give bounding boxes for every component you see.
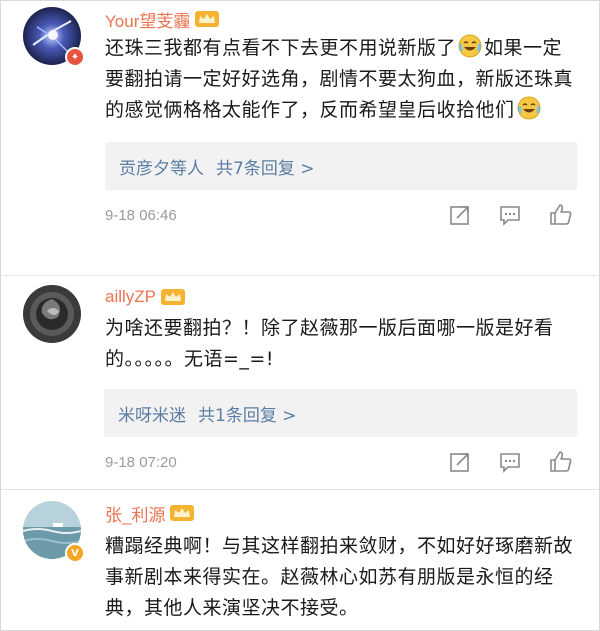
replies-summary[interactable]: 贡彦夕等人 共7条回复 > — [105, 142, 577, 190]
reply-user-names[interactable]: 贡彦夕等人 — [119, 154, 204, 179]
reply-count-link[interactable]: 共1条回复 > — [198, 401, 296, 426]
divider — [1, 275, 599, 276]
reply-count-link[interactable]: 共7条回复 > — [216, 154, 314, 179]
shield-badge-icon: ✦ — [65, 47, 85, 67]
comment-item: aillyZP 为啥还要翻拍？！除了赵薇那一版后面哪一版是好看的。。。。。无语=… — [1, 281, 599, 487]
share-icon[interactable] — [449, 204, 471, 226]
replies-summary[interactable]: 米呀米迷 共1条回复 > — [104, 389, 577, 437]
comment-actions — [449, 203, 573, 227]
username[interactable]: aillyZP — [105, 287, 156, 307]
comment-text-part: 还珠三我都有点看不下去更不用说新版了 — [105, 37, 457, 59]
comment-meta: 9-18 07:20 — [105, 437, 577, 487]
comment-time: 9-18 06:46 — [105, 206, 177, 224]
comment-text: 还珠三我都有点看不下去更不用说新版了 如果一定要翻拍请一定好好选角，剧情不要太狗血… — [105, 33, 577, 126]
comment-time: 9-18 07:20 — [105, 453, 177, 471]
share-icon[interactable] — [449, 451, 471, 473]
like-icon[interactable] — [549, 450, 573, 474]
comment-meta: 9-18 06:46 — [105, 190, 577, 240]
divider — [1, 489, 599, 490]
username-row: Your望芰霾 — [105, 5, 577, 33]
username[interactable]: Your望芰霾 — [105, 7, 190, 32]
rose-avatar-icon — [23, 285, 81, 343]
username[interactable]: 张_利源 — [105, 501, 165, 526]
crying-laugh-emoji — [458, 34, 482, 58]
crying-laugh-emoji — [517, 96, 541, 120]
comment-item: V 张_利源 糟蹋经典啊！与其这样翻拍来敛财，不如好好琢磨新故事新剧本来得实在。… — [1, 495, 599, 624]
like-icon[interactable] — [549, 203, 573, 227]
crown-icon — [194, 9, 220, 29]
user-avatar[interactable] — [23, 285, 81, 343]
crown-icon — [160, 287, 186, 307]
comment-icon[interactable] — [499, 451, 521, 473]
comment-item: ✦ Your望芰霾 还珠三我都有点看不下去更不用说新版了 如果一定要翻拍请一定好好… — [1, 1, 599, 240]
reply-user-names[interactable]: 米呀米迷 — [118, 401, 186, 426]
comment-actions — [449, 450, 573, 474]
username-row: aillyZP — [105, 281, 577, 313]
comment-list: ✦ Your望芰霾 还珠三我都有点看不下去更不用说新版了 如果一定要翻拍请一定好好… — [0, 0, 600, 631]
crown-icon — [169, 503, 195, 523]
comment-icon[interactable] — [499, 204, 521, 226]
v-badge-icon: V — [65, 543, 85, 563]
username-row: 张_利源 — [105, 495, 577, 531]
comment-text: 糟蹋经典啊！与其这样翻拍来敛财，不如好好琢磨新故事新剧本来得实在。赵薇林心如苏有… — [105, 535, 574, 619]
comment-text: 为啥还要翻拍？！除了赵薇那一版后面哪一版是好看的。。。。。无语=_=! — [105, 317, 554, 370]
